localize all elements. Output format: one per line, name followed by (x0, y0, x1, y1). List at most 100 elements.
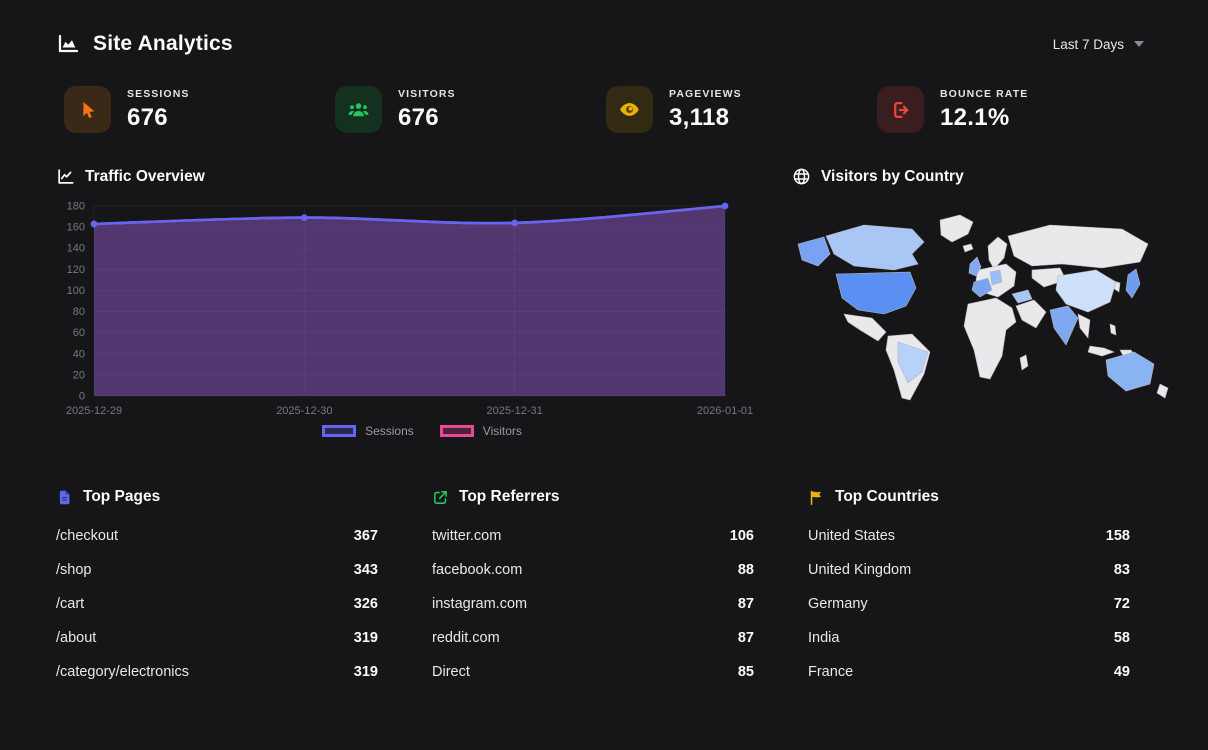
stat-label: SESSIONS (127, 88, 189, 100)
referrer-name: instagram.com (432, 596, 527, 612)
svg-text:2025-12-31: 2025-12-31 (487, 405, 543, 417)
legend-swatch (440, 425, 474, 437)
list-item: France 49 (808, 655, 1130, 689)
map-germany (990, 270, 1002, 285)
top-referrers-panel: Top Referrers twitter.com106 facebook.co… (432, 488, 754, 689)
eye-icon (606, 86, 653, 133)
bottom-panels: Top Pages /checkout367 /shop343 /cart326… (0, 438, 1208, 689)
flag-icon (808, 489, 825, 506)
external-link-icon (432, 489, 449, 506)
svg-text:20: 20 (73, 369, 85, 381)
country-count: 58 (1114, 630, 1130, 646)
map-new-zealand (1157, 384, 1168, 398)
country-name: United Kingdom (808, 562, 911, 578)
stat-cards: SESSIONS 676 VISITORS 676 (0, 56, 1208, 133)
referrer-name: Direct (432, 664, 470, 680)
map-australia (1106, 352, 1154, 391)
page-count: 319 (354, 664, 378, 680)
map-se-asia (1078, 314, 1090, 338)
page-title: Site Analytics (93, 32, 233, 56)
referrer-name: facebook.com (432, 562, 522, 578)
file-icon (56, 489, 73, 506)
svg-text:80: 80 (73, 306, 85, 318)
exit-icon (877, 86, 924, 133)
svg-text:180: 180 (67, 201, 85, 213)
svg-text:2025-12-29: 2025-12-29 (66, 405, 122, 417)
list-item: /shop343 (56, 553, 378, 587)
page-path: /category/electronics (56, 664, 189, 680)
country-name: Germany (808, 596, 868, 612)
traffic-overview-title: Traffic Overview (85, 168, 205, 186)
stat-card-pageviews: PAGEVIEWS 3,118 (606, 86, 877, 133)
list-item: Direct 85 (432, 655, 754, 689)
referrer-name: twitter.com (432, 528, 501, 544)
list-item: /checkout367 (56, 519, 378, 553)
svg-text:2026-01-01: 2026-01-01 (697, 405, 753, 417)
map-middle-east (1016, 300, 1046, 328)
svg-text:100: 100 (67, 285, 85, 297)
referrer-count: 106 (730, 528, 754, 544)
country-count: 49 (1114, 664, 1130, 680)
page-path: /shop (56, 562, 91, 578)
legend-item-visitors[interactable]: Visitors (440, 424, 522, 438)
top-countries-panel: Top Countries United States158 United Ki… (808, 488, 1130, 689)
legend-label: Visitors (483, 424, 522, 438)
stat-value: 676 (127, 104, 189, 132)
map-madagascar (1020, 355, 1028, 370)
map-india (1050, 306, 1078, 345)
referrer-count: 87 (738, 596, 754, 612)
cursor-icon (64, 86, 111, 133)
svg-text:0: 0 (79, 391, 85, 403)
traffic-chart-svg: 0204060801001201401601802025-12-292025-1… (56, 198, 754, 422)
list-item: instagram.com 87 (432, 587, 754, 621)
list-item: Germany 72 (808, 587, 1130, 621)
stat-label: PAGEVIEWS (669, 88, 742, 100)
legend-swatch (322, 425, 356, 437)
list-item: /about 319 (56, 621, 378, 655)
map-africa (964, 298, 1016, 379)
stat-label: BOUNCE RATE (940, 88, 1028, 100)
list-item: United Kingdom 83 (808, 553, 1130, 587)
legend-item-sessions[interactable]: Sessions (322, 424, 414, 438)
stat-value: 12.1% (940, 104, 1028, 132)
list-item: United States158 (808, 519, 1130, 553)
map-canada (826, 225, 924, 270)
top-pages-panel: Top Pages /checkout367 /shop343 /cart326… (56, 488, 378, 689)
list-item: twitter.com 106 (432, 519, 754, 553)
map-japan (1126, 269, 1140, 298)
svg-text:60: 60 (73, 327, 85, 339)
map-mexico (844, 314, 886, 341)
referrer-count: 85 (738, 664, 754, 680)
stat-value: 3,118 (669, 104, 742, 132)
svg-text:40: 40 (73, 348, 85, 360)
map-alaska (798, 237, 830, 266)
legend-label: Sessions (365, 424, 414, 438)
svg-text:140: 140 (67, 243, 85, 255)
list-item: facebook.com 88 (432, 553, 754, 587)
country-count: 83 (1114, 562, 1130, 578)
page-count: 326 (354, 596, 378, 612)
world-map (792, 212, 1192, 404)
country-name: France (808, 664, 853, 680)
svg-text:120: 120 (67, 264, 85, 276)
top-pages-title: Top Pages (83, 488, 160, 506)
globe-icon (792, 167, 811, 186)
stat-label: VISITORS (398, 88, 456, 100)
stat-card-bounce-rate: BOUNCE RATE 12.1% (877, 86, 1148, 133)
country-count: 72 (1114, 596, 1130, 612)
page-path: /checkout (56, 528, 118, 544)
country-name: United States (808, 528, 895, 544)
date-range-dropdown[interactable]: Last 7 Days (1053, 37, 1144, 52)
referrer-count: 88 (738, 562, 754, 578)
map-turkey (1012, 290, 1032, 303)
stat-card-sessions: SESSIONS 676 (64, 86, 335, 133)
page-count: 319 (354, 630, 378, 646)
chart-legend: Sessions Visitors (86, 424, 758, 438)
header: Site Analytics Last 7 Days (0, 0, 1208, 56)
stat-card-visitors: VISITORS 676 (335, 86, 606, 133)
map-usa (836, 272, 916, 314)
page-path: /about (56, 630, 96, 646)
referrer-name: reddit.com (432, 630, 500, 646)
list-item: India58 (808, 621, 1130, 655)
map-indonesia (1088, 346, 1114, 356)
